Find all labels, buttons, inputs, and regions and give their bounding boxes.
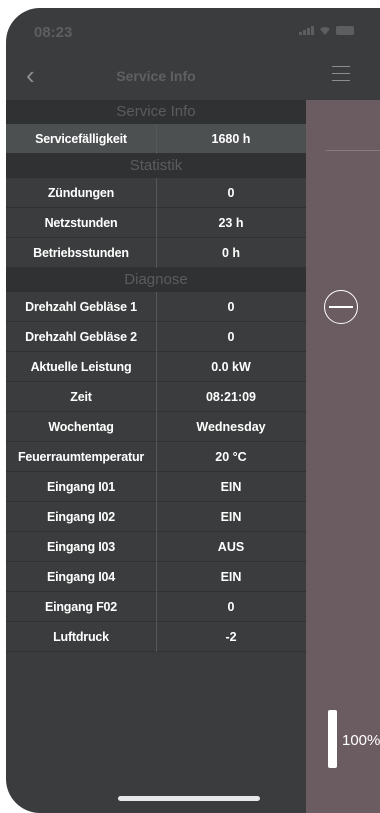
- section-header: Service Info: [6, 100, 306, 124]
- row-label: Eingang I02: [47, 509, 115, 524]
- column-divider: [156, 178, 157, 268]
- phone-screen: 08:23 ‹ Service Info Service Info Service…: [6, 8, 380, 813]
- row-value: 23 h: [218, 215, 244, 230]
- column-divider: [156, 124, 157, 154]
- row-label: Netzstunden: [44, 215, 118, 230]
- wifi-icon: [320, 27, 330, 35]
- row-value: EIN: [220, 569, 242, 584]
- row-label: Eingang I03: [47, 539, 115, 554]
- row-value: -2: [225, 629, 237, 644]
- row-value: 0: [227, 185, 235, 200]
- section-header: Statistik: [6, 154, 306, 178]
- status-icons: [299, 26, 354, 35]
- row-value: AUS: [217, 539, 245, 554]
- row-value: 1680 h: [211, 131, 251, 146]
- row-value: EIN: [220, 479, 242, 494]
- column-divider: [156, 292, 157, 652]
- level-text: 100%: [342, 732, 380, 749]
- hamburger-menu-icon[interactable]: [332, 66, 350, 87]
- service-info-table: Service Info Servicefälligkeit 1680 h Stati…: [6, 100, 306, 652]
- row-value: 0.0 kW: [211, 359, 251, 374]
- side-panel: 100%: [306, 100, 380, 813]
- side-panel-divider: [326, 150, 380, 151]
- row-label: Drehzahl Gebläse 2: [25, 329, 137, 344]
- row-value: 0: [227, 599, 235, 614]
- row-value: 20 °C: [215, 449, 247, 464]
- row-value: 0: [227, 329, 235, 344]
- status-bar: 08:23: [6, 8, 380, 54]
- row-label: Aktuelle Leistung: [30, 359, 132, 374]
- row-label: Eingang I04: [47, 569, 115, 584]
- row-label: Wochentag: [48, 419, 114, 434]
- row-label: Eingang F02: [44, 599, 118, 614]
- battery-icon: [336, 26, 354, 35]
- row-label: Feuerraumtemperatur: [17, 449, 145, 464]
- row-label: Luftdruck: [53, 629, 109, 644]
- row-label: Zündungen: [47, 185, 115, 200]
- level-indicator-bar: [328, 710, 337, 768]
- signal-icon: [299, 26, 314, 35]
- row-label: Drehzahl Gebläse 1: [25, 299, 137, 314]
- row-label: Betriebsstunden: [33, 245, 129, 260]
- row-label: Zeit: [70, 389, 92, 404]
- row-value: 0: [227, 299, 235, 314]
- minus-circle-icon[interactable]: [324, 290, 358, 324]
- nav-title: Service Info: [116, 68, 196, 84]
- row-value: Wednesday: [196, 419, 266, 434]
- row-value: EIN: [220, 509, 242, 524]
- row-value: 0 h: [221, 245, 241, 260]
- home-indicator: [118, 796, 260, 801]
- row-value: 08:21:09: [205, 389, 257, 404]
- row-label: Eingang I01: [47, 479, 115, 494]
- nav-bar: ‹ Service Info: [6, 54, 380, 100]
- status-time: 08:23: [34, 24, 73, 41]
- section-header: Diagnose: [6, 268, 306, 292]
- row-label: Servicefälligkeit: [35, 131, 127, 146]
